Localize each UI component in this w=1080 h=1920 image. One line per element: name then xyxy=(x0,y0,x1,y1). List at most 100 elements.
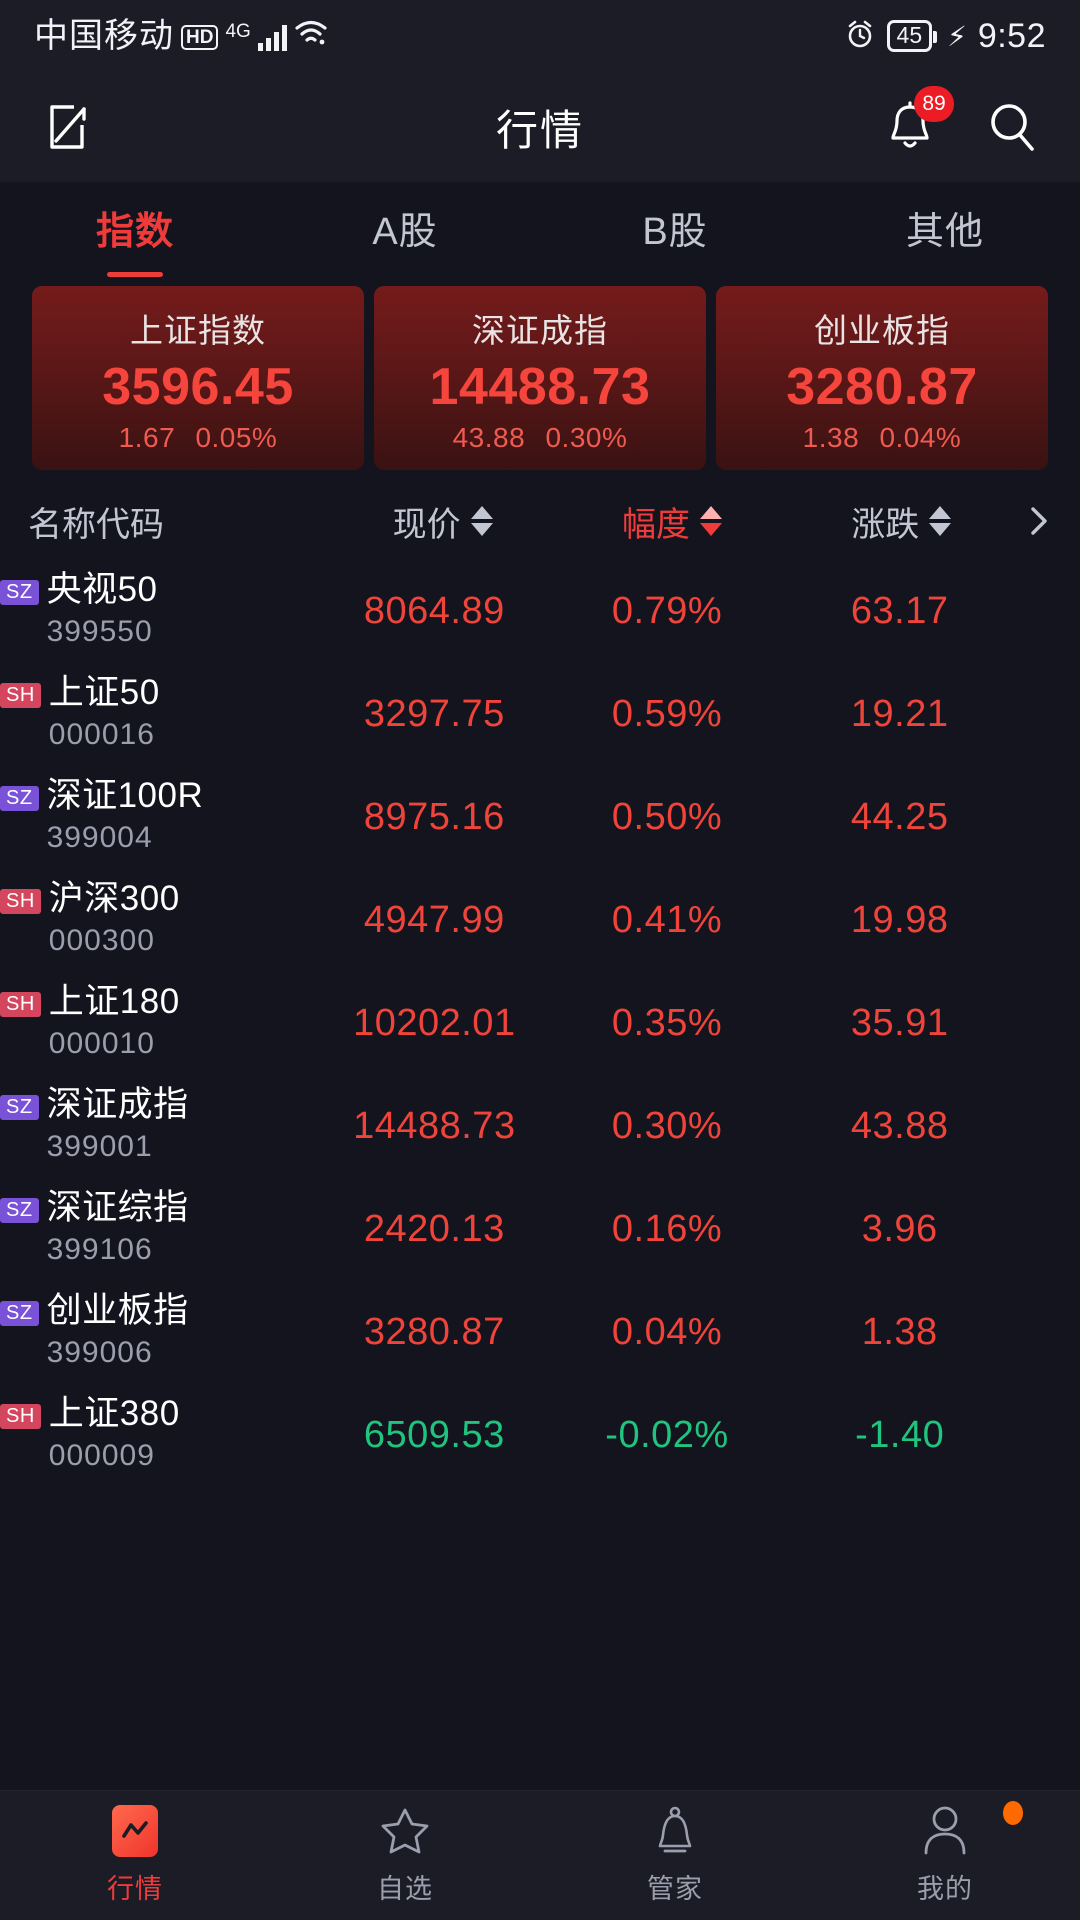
quote-name: 上证380 xyxy=(48,1394,180,1434)
exchange-badge: SZ xyxy=(0,1301,39,1327)
index-card-change: 1.38 xyxy=(802,422,860,454)
nav-label: 自选 xyxy=(377,1874,433,1904)
tab-a-shares[interactable]: A股 xyxy=(270,200,540,255)
name-code-wrap: 深证综指 399106 xyxy=(47,1189,189,1270)
status-bar-left: 中国移动 HD 4G xyxy=(34,19,328,53)
column-label: 名称代码 xyxy=(28,505,164,544)
quote-percent: 0.04% xyxy=(611,1311,723,1354)
quote-percent: 0.16% xyxy=(611,1208,723,1251)
quote-identity: SH 上证380 000009 xyxy=(0,1395,318,1476)
bottom-navigation: 行情 自选 管家 我的 xyxy=(0,1790,1080,1920)
column-header-name-code[interactable]: 名称代码 xyxy=(28,497,328,546)
name-code-wrap: 央视50 399550 xyxy=(47,571,158,652)
quote-price: 4947.99 xyxy=(363,899,505,942)
table-row[interactable]: SH 上证50 000016 3297.75 0.59% 19.21 xyxy=(0,663,1080,766)
table-row[interactable]: SH 上证380 000009 6509.53 -0.02% -1.40 xyxy=(0,1384,1080,1487)
category-tabs: 指数 A股 B股 其他 xyxy=(0,182,1080,272)
table-row[interactable]: SZ 深证综指 399106 2420.13 0.16% 3.96 xyxy=(0,1178,1080,1281)
network-type-label: 4G xyxy=(225,21,251,42)
quote-name: 上证50 xyxy=(48,673,160,713)
quote-identity: SH 上证50 000016 xyxy=(0,674,318,755)
index-card-change: 43.88 xyxy=(452,422,526,454)
quote-identity: SZ 央视50 399550 xyxy=(0,571,318,652)
index-card-change-row: 43.88 0.30% xyxy=(374,422,706,454)
name-code-wrap: 创业板指 399006 xyxy=(47,1292,189,1373)
quote-change: 19.21 xyxy=(850,693,949,736)
column-header-percent[interactable]: 幅度 xyxy=(557,497,786,546)
index-card-name: 创业板指 xyxy=(814,312,950,349)
table-row[interactable]: SZ 深证成指 399001 14488.73 0.30% 43.88 xyxy=(0,1075,1080,1178)
table-row[interactable]: SZ 创业板指 399006 3280.87 0.04% 1.38 xyxy=(0,1281,1080,1384)
name-code-wrap: 深证成指 399001 xyxy=(47,1086,189,1167)
hd-icon: HD xyxy=(181,25,219,50)
quote-price: 10202.01 xyxy=(353,1002,516,1045)
quote-identity: SZ 深证成指 399001 xyxy=(0,1086,318,1167)
search-icon[interactable] xyxy=(984,99,1040,155)
quote-percent: 0.79% xyxy=(611,590,723,633)
quote-percent: 0.35% xyxy=(611,1002,723,1045)
exchange-badge: SZ xyxy=(0,580,39,606)
index-card-percent: 0.04% xyxy=(879,422,962,454)
quote-change: 44.25 xyxy=(850,796,949,839)
table-header: 名称代码 现价 幅度 涨跌 xyxy=(0,482,1080,560)
column-header-price[interactable]: 现价 xyxy=(328,497,557,546)
column-label: 涨跌 xyxy=(851,505,920,544)
app-root: 中国移动 HD 4G 45 ⚡ 9:52 行情 89 指数 A股 B股 其他 上… xyxy=(0,0,1080,1920)
nav-label: 行情 xyxy=(107,1874,163,1904)
table-row[interactable]: SZ 深证100R 399004 8975.16 0.50% 44.25 xyxy=(0,766,1080,869)
quote-price: 2420.13 xyxy=(363,1208,505,1251)
index-card-chinext[interactable]: 创业板指 3280.87 1.38 0.04% xyxy=(716,286,1048,471)
exchange-badge: SH xyxy=(0,1404,41,1430)
quote-identity: SZ 深证综指 399106 xyxy=(0,1189,318,1270)
status-bar-right: 45 ⚡ 9:52 xyxy=(844,18,1046,55)
index-card-value: 14488.73 xyxy=(429,358,651,416)
notification-bell-icon[interactable]: 89 xyxy=(884,86,954,154)
quote-price: 14488.73 xyxy=(353,1105,516,1148)
nav-label: 我的 xyxy=(917,1874,973,1904)
quote-price: 3297.75 xyxy=(363,693,505,736)
quote-name: 上证180 xyxy=(48,982,180,1022)
table-row[interactable]: SH 上证180 000010 10202.01 0.35% 35.91 xyxy=(0,972,1080,1075)
nav-item-watchlist[interactable]: 自选 xyxy=(270,1805,540,1906)
index-summary-cards: 上证指数 3596.45 1.67 0.05% 深证成指 14488.73 43… xyxy=(0,272,1080,482)
nav-label: 管家 xyxy=(647,1874,703,1904)
tab-label: A股 xyxy=(372,210,438,253)
index-card-value: 3280.87 xyxy=(786,358,978,416)
profile-unread-dot xyxy=(1003,1801,1024,1825)
table-row[interactable]: SH 沪深300 000300 4947.99 0.41% 19.98 xyxy=(0,869,1080,972)
nav-item-butler[interactable]: 管家 xyxy=(540,1805,810,1906)
tab-index[interactable]: 指数 xyxy=(0,200,270,255)
chevron-right-icon[interactable] xyxy=(1016,505,1062,537)
person-icon xyxy=(921,1805,969,1857)
exchange-badge: SH xyxy=(0,992,41,1018)
alarm-clock-icon xyxy=(844,18,876,55)
exchange-badge: SH xyxy=(0,889,41,915)
charging-bolt-icon: ⚡ xyxy=(947,20,967,52)
tab-other[interactable]: 其他 xyxy=(810,200,1080,255)
nav-item-profile[interactable]: 我的 xyxy=(810,1801,1080,1906)
sort-arrows-icon[interactable] xyxy=(699,506,722,537)
quote-change: 3.96 xyxy=(861,1208,938,1251)
quote-code: 399550 xyxy=(46,614,153,648)
quote-name: 深证100R xyxy=(46,776,204,816)
column-header-change[interactable]: 涨跌 xyxy=(787,497,1016,546)
exchange-badge: SZ xyxy=(0,1095,39,1121)
carrier-label: 中国移动 xyxy=(34,17,174,55)
name-code-wrap: 上证180 000010 xyxy=(49,983,180,1064)
quote-price: 8064.89 xyxy=(363,590,505,633)
tab-b-shares[interactable]: B股 xyxy=(540,200,810,255)
quote-percent: 0.30% xyxy=(611,1105,723,1148)
star-icon xyxy=(379,1805,431,1857)
sort-arrows-icon[interactable] xyxy=(470,506,493,537)
quote-name: 深证综指 xyxy=(46,1188,189,1228)
index-card-shanghai-composite[interactable]: 上证指数 3596.45 1.67 0.05% xyxy=(32,286,364,471)
quote-price: 8975.16 xyxy=(363,796,505,839)
table-row[interactable]: SZ 央视50 399550 8064.89 0.79% 63.17 xyxy=(0,560,1080,663)
quote-change: 63.17 xyxy=(850,590,949,633)
quote-name: 沪深300 xyxy=(48,879,180,919)
index-card-shenzhen-component[interactable]: 深证成指 14488.73 43.88 0.30% xyxy=(374,286,706,471)
sort-arrows-icon[interactable] xyxy=(929,506,952,537)
exchange-badge: SZ xyxy=(0,786,39,812)
nav-item-market[interactable]: 行情 xyxy=(0,1805,270,1906)
quote-code: 399006 xyxy=(46,1335,153,1369)
